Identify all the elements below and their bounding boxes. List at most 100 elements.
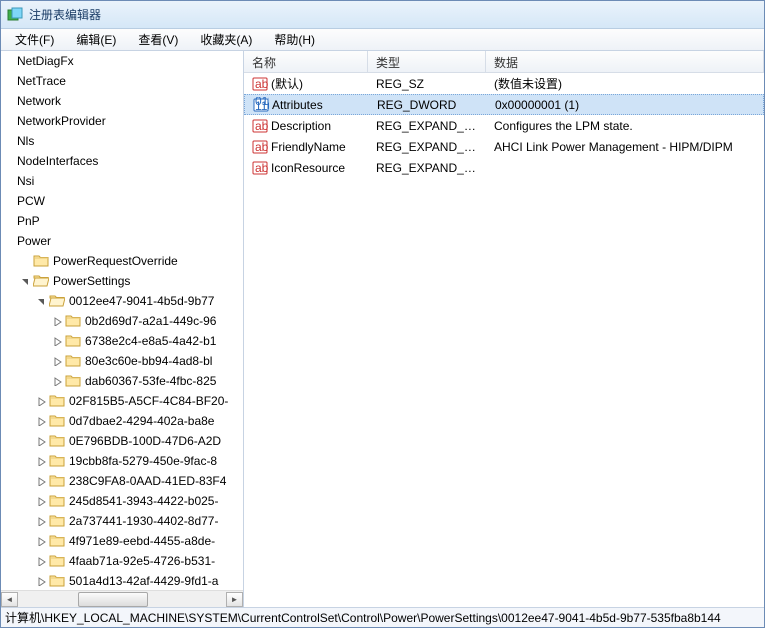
value-type-cell: REG_DWORD (369, 98, 487, 112)
tree-item[interactable]: 4f971e89-eebd-4455-a8de- (1, 531, 243, 551)
tree-pane: NetDiagFxNetTraceNetworkNetworkProvider N… (1, 51, 244, 607)
value-name-cell: FriendlyName (244, 139, 368, 155)
tree-item[interactable]: dab60367-53fe-4fbc-825 (1, 371, 243, 391)
tree-item[interactable]: NetDiagFx (1, 51, 243, 71)
tree-item[interactable]: 02F815B5-A5CF-4C84-BF20- (1, 391, 243, 411)
tree-item[interactable]: 0012ee47-9041-4b5d-9b77 (1, 291, 243, 311)
tree-item-label: 19cbb8fa-5279-450e-9fac-8 (69, 454, 217, 468)
column-header-data[interactable]: 数据 (486, 51, 764, 72)
menu-file[interactable]: 文件(F) (5, 29, 64, 50)
list-body[interactable]: (默认)REG_SZ(数值未设置)AttributesREG_DWORD0x00… (244, 73, 764, 607)
tree-item[interactable]: Nls (1, 131, 243, 151)
value-row[interactable]: DescriptionREG_EXPAND_SZConfigures the L… (244, 115, 764, 136)
tree-item[interactable]: NetworkProvider (1, 111, 243, 131)
expander-closed-icon[interactable] (51, 356, 63, 366)
tree-item-label: 0b2d69d7-a2a1-449c-96 (85, 314, 216, 328)
menu-favorites[interactable]: 收藏夹(A) (190, 29, 262, 50)
tree-item[interactable]: 80e3c60e-bb94-4ad8-bl (1, 351, 243, 371)
folder-icon (33, 253, 49, 269)
tree-scroll[interactable]: NetDiagFxNetTraceNetworkNetworkProvider N… (1, 51, 243, 590)
expander-closed-icon[interactable] (51, 376, 63, 386)
value-row[interactable]: IconResourceREG_EXPAND_SZ (244, 157, 764, 178)
titlebar[interactable]: 注册表编辑器 (1, 1, 764, 29)
tree-item[interactable]: NodeInterfaces (1, 151, 243, 171)
scroll-left-button[interactable]: ◄ (1, 592, 18, 607)
tree-item[interactable]: 0E796BDB-100D-47D6-A2D (1, 431, 243, 451)
expander-open-icon[interactable] (19, 276, 31, 286)
expander-closed-icon[interactable] (51, 336, 63, 346)
folder-icon (49, 553, 65, 569)
column-header-name[interactable]: 名称 (244, 51, 368, 72)
value-row[interactable]: (默认)REG_SZ(数值未设置) (244, 73, 764, 94)
expander-closed-icon[interactable] (35, 476, 47, 486)
tree-item-label: 4f971e89-eebd-4455-a8de- (69, 534, 215, 548)
expander-closed-icon[interactable] (35, 436, 47, 446)
expander-open-icon[interactable] (35, 296, 47, 306)
tree-item-label: 6738e2c4-e8a5-4a42-b1 (85, 334, 216, 348)
binary-value-icon (253, 97, 269, 113)
expander-closed-icon[interactable] (51, 316, 63, 326)
expander-closed-icon[interactable] (35, 576, 47, 586)
folder-icon (49, 513, 65, 529)
regedit-icon (7, 7, 23, 23)
tree-item-label: 245d8541-3943-4422-b025- (69, 494, 218, 508)
value-name: FriendlyName (271, 140, 346, 154)
expander-closed-icon[interactable] (35, 396, 47, 406)
tree-item-label: 80e3c60e-bb94-4ad8-bl (85, 354, 212, 368)
list-pane: 名称 类型 数据 (默认)REG_SZ(数值未设置) Attributes REG_… (244, 51, 764, 607)
tree-item[interactable]: NetTrace (1, 71, 243, 91)
scroll-right-button[interactable]: ► (226, 592, 243, 607)
tree-item[interactable]: 19cbb8fa-5279-450e-9fac-8 (1, 451, 243, 471)
tree-item[interactable]: 0b2d69d7-a2a1-449c-96 (1, 311, 243, 331)
tree-item[interactable]: Network (1, 91, 243, 111)
registry-editor-window: 注册表编辑器 文件(F) 编辑(E) 查看(V) 收藏夹(A) 帮助(H) Ne… (0, 0, 765, 628)
menu-help[interactable]: 帮助(H) (264, 29, 325, 50)
tree-item[interactable]: PnP (1, 211, 243, 231)
value-name-cell: IconResource (244, 160, 368, 176)
expander-closed-icon[interactable] (35, 496, 47, 506)
menu-view[interactable]: 查看(V) (128, 29, 188, 50)
tree-item[interactable]: 6738e2c4-e8a5-4a42-b1 (1, 331, 243, 351)
expander-closed-icon[interactable] (35, 536, 47, 546)
scroll-track[interactable] (18, 592, 226, 607)
tree-item[interactable]: PowerSettings (1, 271, 243, 291)
statusbar: 计算机\HKEY_LOCAL_MACHINE\SYSTEM\CurrentCon… (1, 607, 764, 627)
value-row[interactable]: AttributesREG_DWORD0x00000001 (1) (244, 94, 764, 115)
tree-item[interactable]: 2a737441-1930-4402-8d77- (1, 511, 243, 531)
tree-item[interactable]: Power (1, 231, 243, 251)
tree-item[interactable]: PCW (1, 191, 243, 211)
expander-closed-icon[interactable] (35, 516, 47, 526)
tree-item[interactable]: 238C9FA8-0AAD-41ED-83F4 (1, 471, 243, 491)
scroll-thumb[interactable] (78, 592, 148, 607)
value-name: Attributes (272, 98, 323, 112)
tree-item-label: Power (17, 234, 51, 248)
value-name: Description (271, 119, 331, 133)
menu-edit[interactable]: 编辑(E) (66, 29, 126, 50)
value-type-cell: REG_EXPAND_SZ (368, 140, 486, 154)
statusbar-path: 计算机\HKEY_LOCAL_MACHINE\SYSTEM\CurrentCon… (5, 609, 721, 626)
tree-item[interactable]: 501a4d13-42af-4429-9fd1-a (1, 571, 243, 590)
expander-closed-icon[interactable] (35, 556, 47, 566)
tree-item[interactable]: 4faab71a-92e5-4726-b531- (1, 551, 243, 571)
expander-closed-icon[interactable] (35, 456, 47, 466)
tree-hscrollbar[interactable]: ◄ ► (1, 590, 243, 607)
tree-item[interactable]: 0d7dbae2-4294-402a-ba8e (1, 411, 243, 431)
tree-item[interactable]: PowerRequestOverride (1, 251, 243, 271)
tree-item-label: 4faab71a-92e5-4726-b531- (69, 554, 215, 568)
tree-item-label: 501a4d13-42af-4429-9fd1-a (69, 574, 218, 588)
folder-icon (49, 433, 65, 449)
value-type-cell: REG_SZ (368, 77, 486, 91)
tree-item[interactable]: 245d8541-3943-4422-b025- (1, 491, 243, 511)
folder-icon (65, 333, 81, 349)
folder-icon (49, 493, 65, 509)
string-value-icon (252, 160, 268, 176)
tree-item-label: Nls (17, 134, 34, 148)
value-data-cell: Configures the LPM state. (486, 119, 764, 133)
folder-open-icon (33, 273, 49, 289)
expander-closed-icon[interactable] (35, 416, 47, 426)
column-header-type[interactable]: 类型 (368, 51, 486, 72)
tree-item-label: Nsi (17, 174, 34, 188)
tree-item[interactable]: Nsi (1, 171, 243, 191)
value-row[interactable]: FriendlyNameREG_EXPAND_SZAHCI Link Power… (244, 136, 764, 157)
tree-item-label: PnP (17, 214, 40, 228)
